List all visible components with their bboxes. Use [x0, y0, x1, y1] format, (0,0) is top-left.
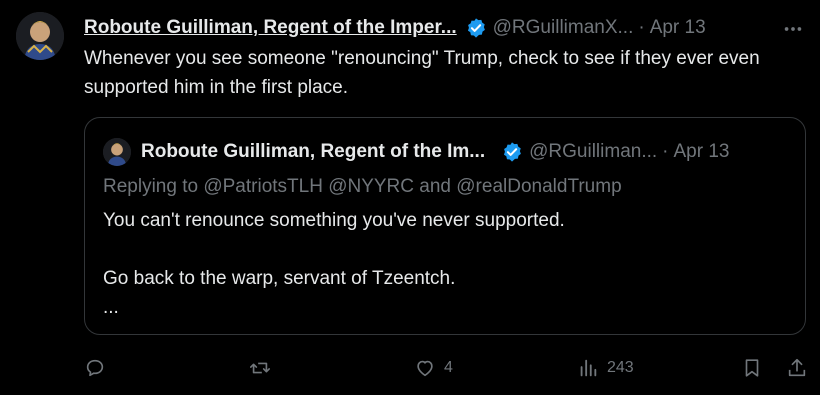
quote-date: Apr 13	[673, 141, 730, 162]
reply-button[interactable]	[84, 352, 114, 384]
quote-author-handle: @RGuilliman...	[529, 141, 658, 162]
bookmark-icon	[745, 359, 759, 377]
reply-icon	[86, 359, 104, 377]
view-count: 243	[607, 359, 634, 376]
verified-badge-icon	[504, 142, 522, 162]
separator-dot: ·	[662, 141, 669, 162]
quote-avatar-image	[103, 138, 131, 166]
more-icon[interactable]	[782, 18, 804, 40]
author-handle[interactable]: @RGuillimanX...	[493, 17, 634, 39]
retweet-button[interactable]	[249, 352, 279, 384]
action-bar: 4 243	[84, 352, 812, 384]
verified-badge-icon	[467, 18, 485, 38]
author-name[interactable]: Roboute Guilliman, Regent of the Imper..…	[84, 17, 457, 39]
bookmark-button[interactable]	[741, 352, 763, 384]
quote-author-name: Roboute Guilliman, Regent of the Im...	[141, 141, 486, 162]
tweet-header: Roboute Guilliman, Regent of the Imper..…	[84, 12, 808, 44]
views-icon	[580, 359, 597, 377]
retweet-icon	[250, 362, 270, 374]
quoted-tweet[interactable]: Roboute Guilliman, Regent of the Im... @…	[84, 117, 806, 335]
quote-header: Roboute Guilliman, Regent of the Im... @…	[141, 137, 791, 167]
like-count: 4	[444, 359, 453, 376]
tweet-text: Whenever you see someone "renouncing" Tr…	[84, 48, 760, 98]
like-icon	[417, 360, 433, 377]
avatar-image	[16, 12, 64, 60]
avatar[interactable]	[16, 12, 64, 60]
share-button[interactable]	[786, 352, 808, 384]
quote-avatar	[103, 138, 131, 166]
tweet-date[interactable]: Apr 13	[650, 17, 706, 39]
replying-to: Replying to @PatriotsTLH @NYYRC and @rea…	[103, 176, 622, 197]
quote-text: You can't renounce something you've neve…	[103, 210, 565, 318]
separator-dot: ·	[638, 17, 645, 38]
views-button[interactable]: 243	[577, 352, 634, 384]
share-icon	[788, 358, 806, 377]
like-button[interactable]: 4	[414, 352, 453, 384]
